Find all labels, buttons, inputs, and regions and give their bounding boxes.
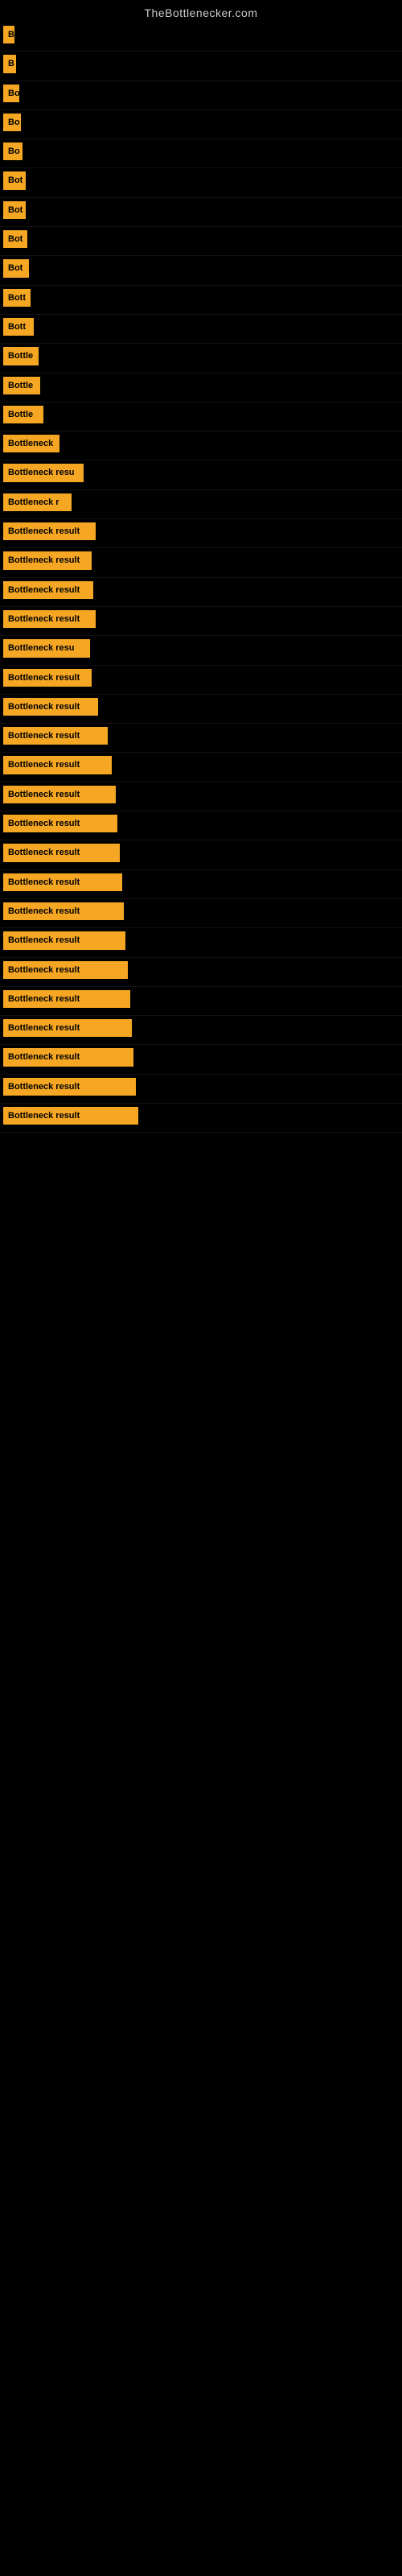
bar-label: Bottleneck bbox=[3, 435, 59, 452]
bar-label: Bottle bbox=[3, 377, 40, 394]
bar-label: Bottleneck r bbox=[3, 493, 72, 511]
bar-label: B bbox=[3, 55, 16, 72]
bar-label: Bottleneck result bbox=[3, 873, 122, 891]
bar-label: Bottleneck result bbox=[3, 698, 98, 716]
list-item: Bottleneck resu bbox=[0, 460, 402, 489]
list-item: Bottleneck result bbox=[0, 870, 402, 899]
bar-label: Bottleneck result bbox=[3, 844, 120, 861]
bar-label: Bottleneck result bbox=[3, 669, 92, 687]
bar-label: Bot bbox=[3, 230, 27, 248]
bar-label: Bottle bbox=[3, 347, 39, 365]
list-item: Bo bbox=[0, 110, 402, 139]
bar-label: Bott bbox=[3, 289, 31, 307]
list-item: Bottleneck result bbox=[0, 724, 402, 753]
bar-label: Bot bbox=[3, 259, 29, 277]
list-item: Bottleneck result bbox=[0, 928, 402, 957]
list-item: Bottleneck result bbox=[0, 840, 402, 869]
list-item: Bottle bbox=[0, 402, 402, 431]
list-item: Bottleneck result bbox=[0, 607, 402, 636]
bar-label: Bottle bbox=[3, 406, 43, 423]
list-item: Bottleneck result bbox=[0, 578, 402, 607]
list-item: Bottleneck result bbox=[0, 899, 402, 928]
list-item: Bottleneck r bbox=[0, 490, 402, 519]
bar-label: Bottleneck result bbox=[3, 902, 124, 920]
bar-label: Bottleneck resu bbox=[3, 639, 90, 657]
bar-label: Bottleneck result bbox=[3, 551, 92, 569]
list-item: Bottleneck result bbox=[0, 548, 402, 577]
bar-label: Bo bbox=[3, 85, 19, 102]
list-item: Bottleneck result bbox=[0, 1045, 402, 1074]
list-item: Bottle bbox=[0, 374, 402, 402]
list-item: Bot bbox=[0, 227, 402, 256]
site-title: TheBottlenecker.com bbox=[0, 0, 402, 23]
bar-label: Bottleneck result bbox=[3, 756, 112, 774]
list-item: Bottleneck result bbox=[0, 519, 402, 548]
list-item: Bottleneck result bbox=[0, 987, 402, 1016]
bar-label: Bottleneck result bbox=[3, 610, 96, 628]
bar-label: Bott bbox=[3, 318, 34, 336]
bar-label: Bot bbox=[3, 171, 26, 189]
list-item: B bbox=[0, 23, 402, 52]
list-item: Bottleneck result bbox=[0, 1016, 402, 1045]
bar-label: Bottleneck result bbox=[3, 961, 128, 979]
list-item: Bott bbox=[0, 286, 402, 315]
list-item: Bot bbox=[0, 198, 402, 227]
list-item: B bbox=[0, 52, 402, 80]
bar-label: Bottleneck result bbox=[3, 1048, 133, 1066]
bar-label: Bottleneck result bbox=[3, 522, 96, 540]
bar-label: Bottleneck result bbox=[3, 1078, 136, 1096]
bar-label: Bottleneck result bbox=[3, 931, 125, 949]
bar-label: Bottleneck result bbox=[3, 1019, 132, 1037]
list-item: Bottleneck result bbox=[0, 811, 402, 840]
bar-label: Bottleneck result bbox=[3, 786, 116, 803]
list-item: Bottleneck result bbox=[0, 695, 402, 724]
bar-label: Bo bbox=[3, 114, 21, 131]
bar-label: Bottleneck result bbox=[3, 727, 108, 745]
bar-label: Bottleneck resu bbox=[3, 464, 84, 481]
list-item: Bo bbox=[0, 81, 402, 110]
bars-container: BB Bo Bo Bo Bot Bot Bot Bot Bott Bott Bottle Bottle… bbox=[0, 23, 402, 1133]
list-item: Bottleneck result bbox=[0, 753, 402, 782]
list-item: Bott bbox=[0, 315, 402, 344]
list-item: Bottleneck result bbox=[0, 666, 402, 695]
bar-label: Bottleneck result bbox=[3, 1107, 138, 1125]
list-item: Bottle bbox=[0, 344, 402, 373]
list-item: Bottleneck resu bbox=[0, 636, 402, 665]
list-item: Bottleneck result bbox=[0, 1104, 402, 1133]
bar-label: Bo bbox=[3, 142, 23, 160]
list-item: Bottleneck bbox=[0, 431, 402, 460]
list-item: Bot bbox=[0, 168, 402, 197]
list-item: Bo bbox=[0, 139, 402, 168]
bar-label: B bbox=[3, 26, 14, 43]
list-item: Bot bbox=[0, 256, 402, 285]
list-item: Bottleneck result bbox=[0, 958, 402, 987]
bar-label: Bottleneck result bbox=[3, 990, 130, 1008]
list-item: Bottleneck result bbox=[0, 782, 402, 811]
bar-label: Bot bbox=[3, 201, 26, 219]
bar-label: Bottleneck result bbox=[3, 815, 117, 832]
list-item: Bottleneck result bbox=[0, 1075, 402, 1104]
bar-label: Bottleneck result bbox=[3, 581, 93, 599]
